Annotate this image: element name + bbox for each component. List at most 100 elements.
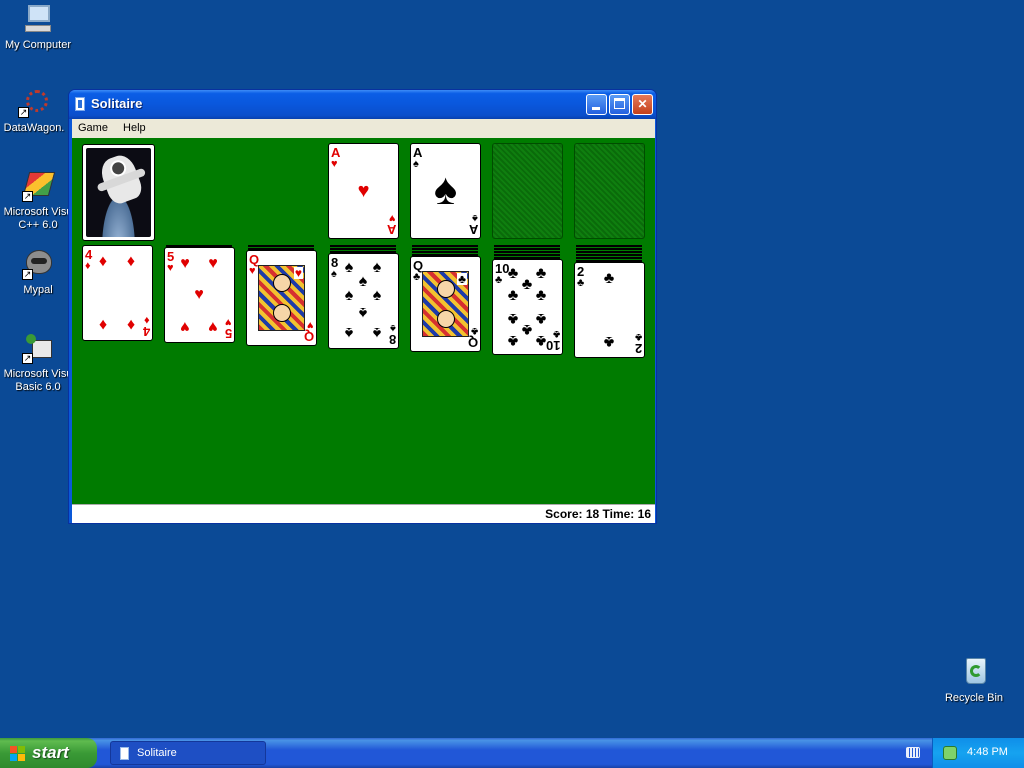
club-icon: ♣ [603,333,615,350]
desktop-icon-label: Microsoft Visu Basic 6.0 [3,368,73,393]
score-time-text: Score: 18 Time: 16 [545,507,651,521]
datawagon-icon: ↗ [18,86,50,118]
card-rank: 2 [634,341,642,356]
tableau-7-card[interactable]: 2 ♣ ♣ ♣ ♣ 2 [574,262,645,358]
close-icon: ✕ [637,97,648,111]
queen-face-art: ♣ [422,271,469,337]
club-icon: ♣ [535,287,547,304]
club-icon: ♣ [535,310,547,327]
face-down-card-edge [576,257,642,259]
heart-icon: ♥ [180,255,190,272]
visual-basic-icon: ↗ [22,332,54,364]
tableau-4-card[interactable]: 8 ♠ ♠ ♠ ♠ ♠ ♠ ♠ ♠ ♠ ♠ 8 [328,253,399,349]
close-button[interactable]: ✕ [632,94,653,115]
card-rank: 10 [545,338,560,353]
system-tray: 4:48 PM [932,738,1024,768]
minimize-icon [592,107,600,110]
queen-face [437,280,455,298]
taskbar: start Solitaire 4:48 PM [0,738,1024,768]
astronaut-image [97,151,145,207]
foundation-1[interactable]: A ♥ ♥ ♥ A [328,143,399,239]
window-title: Solitaire [91,96,143,111]
heart-icon: ♥ [167,262,174,274]
face-down-card-edge [576,245,642,247]
heart-icon: ♥ [194,286,204,303]
club-icon: ♣ [413,271,421,283]
face-down-card-edge [412,251,478,253]
diamond-icon: ♦ [98,253,108,270]
clock[interactable]: 4:48 PM [967,746,1008,758]
menu-bar: Game Help [72,119,655,138]
foundation-3-empty[interactable] [492,143,563,239]
tableau-3-card[interactable]: Q ♥ ♥ ♥ Q [246,250,317,346]
tableau-5-card[interactable]: Q ♣ ♣ ♣ Q [410,256,481,352]
spade-icon: ♠ [372,324,382,341]
desktop-icon-label: Microsoft Visu C++ 6.0 [3,206,73,231]
title-bar[interactable]: Solitaire ✕ [69,90,656,119]
visual-cpp-icon: ↗ [22,170,56,202]
card-rank: Q [303,329,314,344]
minimize-button[interactable] [586,94,607,115]
desktop-icon-my-computer[interactable]: My Computer [0,3,76,52]
face-down-card-edge [412,245,478,247]
queen-face [273,304,291,322]
club-icon: ♣ [577,277,585,289]
tableau-1-card[interactable]: 4 ♦ ♦ ♦ ♦ ♦ ♦ 4 [82,245,153,341]
start-label: start [32,743,69,762]
diamond-icon: ♦ [98,316,108,333]
foundation-4-empty[interactable] [574,143,645,239]
club-icon: ♣ [495,274,503,286]
shortcut-arrow-icon: ↗ [22,191,33,202]
taskbar-button-solitaire[interactable]: Solitaire [110,741,266,765]
diamond-icon: ♦ [85,260,91,272]
club-icon: ♣ [535,265,547,282]
spade-icon: ♠ [331,268,337,280]
diamond-icon: ♦ [126,316,136,333]
heart-icon: ♥ [293,266,303,280]
keyboard-icon[interactable] [906,747,920,758]
heart-icon: ♥ [331,158,338,170]
card-rank: A [468,222,478,237]
face-down-card-edge [330,248,396,250]
menu-help[interactable]: Help [117,119,152,138]
face-down-card-edge [576,254,642,256]
maximize-button[interactable] [609,94,630,115]
heart-icon: ♥ [249,265,256,277]
solitaire-app-icon [75,97,85,111]
start-button[interactable]: start [0,738,97,768]
club-icon: ♣ [507,287,519,304]
face-down-card-edge [248,245,314,247]
windows-logo-icon [10,746,26,762]
shortcut-arrow-icon: ↗ [22,269,33,280]
foundation-2[interactable]: A ♠ ♠ ♠ A [410,143,481,239]
desktop-icon-label: My Computer [4,39,72,51]
solitaire-app-icon [120,747,129,760]
desktop-icon-recycle-bin[interactable]: Recycle Bin [936,656,1012,705]
face-down-card-edge [494,254,560,256]
tableau-2-card[interactable]: 5 ♥ ♥ ♥ ♥ ♥ ♥ ♥ 5 [164,247,235,343]
queen-face [273,274,291,292]
card-rank: 5 [224,326,232,341]
stock-pile[interactable] [82,144,155,241]
heart-icon: ♥ [208,318,218,335]
heart-icon: ♥ [180,318,190,335]
desktop-icon-mypal[interactable]: ↗ Mypal [0,248,76,297]
desktop-icon-label: Recycle Bin [944,692,1004,704]
desktop-icon-visual-cpp[interactable]: ↗ Microsoft Visu C++ 6.0 [0,170,76,232]
tableau-6-card[interactable]: 10 ♣ ♣ ♣ ♣ ♣ ♣ ♣ ♣ ♣ ♣ ♣ ♣ 10 [492,259,563,355]
desktop-icon-datawagon[interactable]: ↗ DataWagon. [0,86,72,135]
spade-icon: ♠ [344,287,354,304]
menu-game[interactable]: Game [72,119,114,138]
network-icon[interactable] [943,746,957,760]
recycle-bin-icon [958,656,990,688]
desktop-icon-visual-basic[interactable]: ↗ Microsoft Visu Basic 6.0 [0,332,76,394]
face-down-card-edge [494,251,560,253]
my-computer-icon [22,3,54,35]
queen-face-art: ♥ [258,265,305,331]
face-down-card-edge [576,248,642,250]
game-board: A ♥ ♥ ♥ A A ♠ ♠ ♠ A 4 ♦ ♦ ♦ ♦ ♦ ♦ 4 5 ♥ … [72,138,655,504]
card-rank: 4 [142,324,150,339]
diamond-icon: ♦ [126,253,136,270]
face-down-card-edge [494,245,560,247]
queen-face [437,310,455,328]
